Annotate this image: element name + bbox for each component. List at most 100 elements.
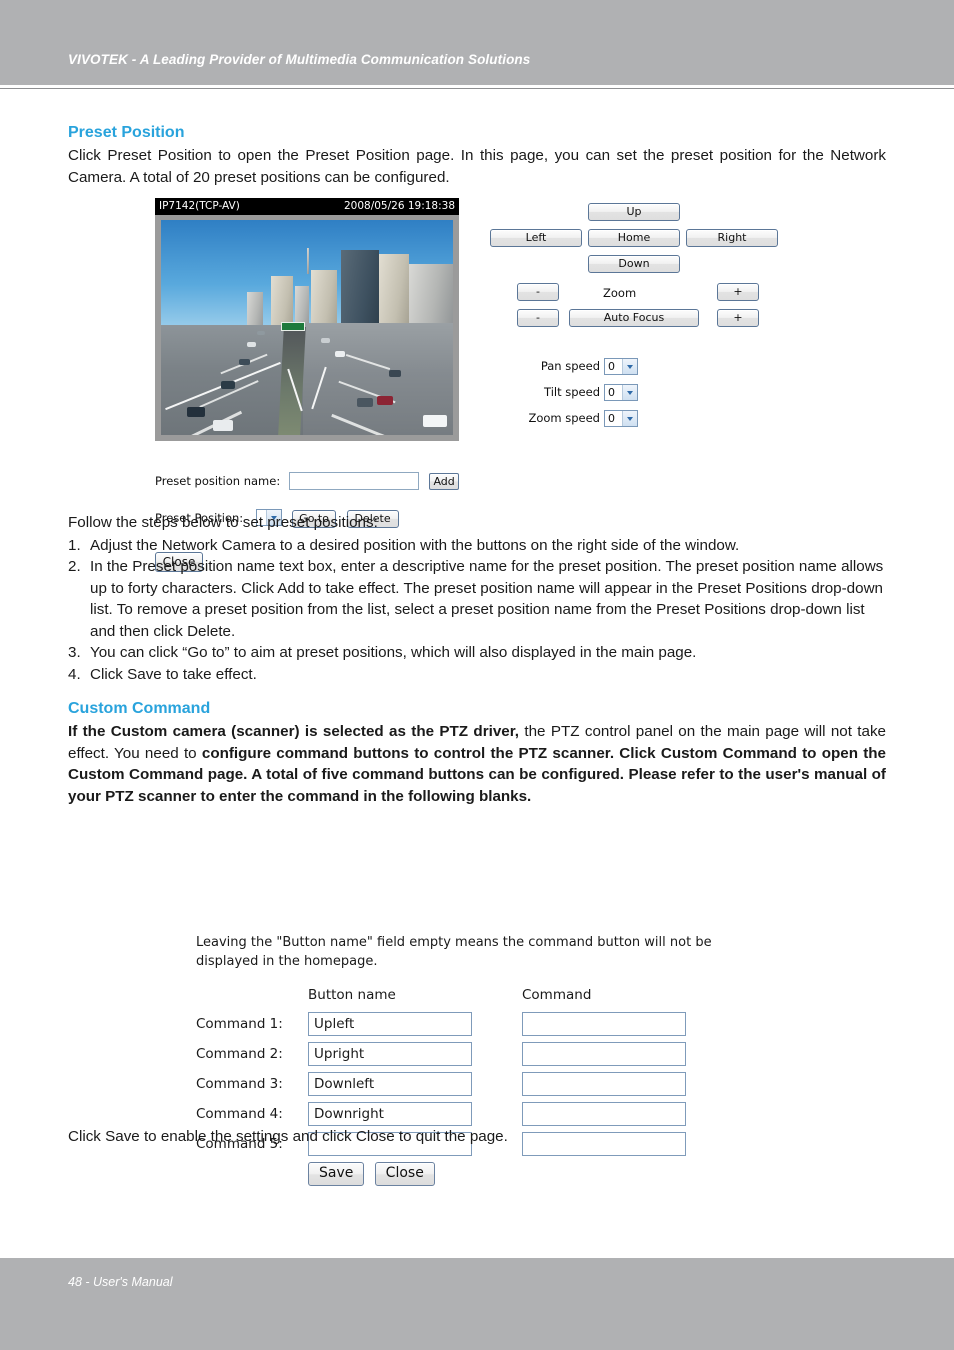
custom-command-close-button[interactable]: Close [374,1161,435,1186]
custom-command-table: Button name Command Command 1: Upleft Co… [196,984,686,1189]
command-3-label: Command 3: [196,1075,283,1092]
spacer-cell [472,1159,522,1189]
page-footer-text: 48 - User's Manual [68,1275,173,1289]
command-4-command-cell [522,1099,686,1129]
step-text: You can click “Go to” to aim at preset p… [90,644,697,662]
chevron-down-icon [622,411,637,426]
spacer-cell [472,1069,522,1099]
command-4-button-name-input[interactable]: Downright [308,1101,472,1126]
preset-steps-block: Follow the steps below to set preset pos… [68,512,886,686]
ptz-right-button[interactable]: Right [686,229,778,247]
camera-stream-label: IP7142(TCP-AV) [159,200,240,212]
ptz-up-button[interactable]: Up [588,203,680,221]
command-1-button-name-input[interactable]: Upleft [308,1011,472,1036]
tilt-speed-value: 0 [608,386,615,399]
command-3-command-cell [522,1069,686,1099]
command-4-button-name-cell: Downright [308,1099,472,1129]
scene-vehicle [389,370,401,377]
command-4-command-input[interactable] [522,1101,686,1126]
empty-corner-cell [196,984,308,1009]
table-row: Command 4: Downright [196,1099,686,1129]
custom-command-paragraph: If the Custom camera (scanner) is select… [68,721,886,807]
focus-far-button[interactable]: + [717,309,759,327]
command-1-command-cell [522,1009,686,1039]
zoom-speed-select[interactable]: 0 [604,410,638,427]
custom-command-note: Leaving the "Button name" field empty me… [196,935,712,969]
focus-near-button[interactable]: - [517,309,559,327]
preset-add-button[interactable]: Add [429,473,460,491]
steps-list: 1. Adjust the Network Camera to a desired… [68,535,886,686]
table-row: Command 2: Upright [196,1039,686,1069]
closing-text: Click Save to enable the settings and cl… [68,1128,508,1145]
spacer-cell [196,1159,308,1189]
pan-speed-select[interactable]: 0 [604,358,638,375]
table-row: Command 1: Upleft [196,1009,686,1039]
command-1-command-input[interactable] [522,1011,686,1036]
step-number: 4. [68,666,81,684]
preset-position-section: Preset Position Click Preset Position to… [68,124,886,188]
preset-name-input[interactable] [288,472,419,490]
scene-vehicle [335,351,345,357]
spacer-cell [472,1009,522,1039]
command-3-button-name-input[interactable]: Downleft [308,1071,472,1096]
zoom-out-button[interactable]: - [517,283,559,301]
spacer-cell [522,1159,686,1189]
tilt-speed-row: Tilt speed 0 [518,384,638,401]
scene-vehicle [213,420,233,431]
camera-titlebar: IP7142(TCP-AV) 2008/05/26 19:18:38 [155,198,459,215]
step-item: 1. Adjust the Network Camera to a desired… [68,535,886,557]
step-item: 4. Click Save to take effect. [68,664,886,686]
page-footer-band [0,1258,954,1350]
table-row: Command 3: Downleft [196,1069,686,1099]
camera-timestamp: 2008/05/26 19:18:38 [343,200,455,212]
step-number: 2. [68,558,81,576]
scene-vehicle [221,381,235,389]
command-2-command-input[interactable] [522,1041,686,1066]
preset-name-label: Preset position name: [155,474,281,489]
pan-speed-value: 0 [608,360,615,373]
zoom-speed-label: Zoom speed [528,411,600,425]
scene-antenna [307,248,309,274]
ptz-down-button[interactable]: Down [588,255,680,273]
command-1-button-name-cell: Upleft [308,1009,472,1039]
ptz-left-button[interactable]: Left [490,229,582,247]
tilt-speed-label: Tilt speed [544,385,600,399]
command-2-button-name-cell: Upright [308,1039,472,1069]
step-text: Click Save to take effect. [90,666,257,684]
custom-command-section: Custom Command If the Custom camera (sca… [68,700,886,807]
custom-command-dialog: Leaving the "Button name" field empty me… [196,934,756,1189]
custom-command-save-button[interactable]: Save [308,1161,365,1186]
camera-video-image[interactable] [161,220,453,435]
camera-preview: IP7142(TCP-AV) 2008/05/26 19:18:38 [155,198,459,441]
command-3-command-input[interactable] [522,1071,686,1096]
scene-vehicle [377,396,393,405]
custom-command-buttons-cell: Save Close [308,1159,472,1189]
scene-vehicle [239,359,250,365]
step-number: 3. [68,644,81,662]
tilt-speed-select[interactable]: 0 [604,384,638,401]
scene-vehicle [187,407,205,417]
step-item: 3. You can click “Go to” to aim at preset… [68,642,886,664]
scene-vehicle [247,342,256,347]
pan-speed-row: Pan speed 0 [518,358,638,375]
scene-vehicle [423,415,447,427]
step-number: 1. [68,536,81,554]
spacer-cell [472,984,522,1009]
command-2-button-name-input[interactable]: Upright [308,1041,472,1066]
zoom-speed-value: 0 [608,412,615,425]
scene-road-sign [281,322,305,331]
header-divider [0,88,954,89]
zoom-label: Zoom [603,286,637,300]
preset-position-heading: Preset Position [68,124,185,141]
chevron-down-icon [622,359,637,374]
table-header-row: Button name Command [196,984,686,1009]
auto-focus-button[interactable]: Auto Focus [569,309,699,327]
col-header-button-name: Button name [308,986,396,1003]
ptz-home-button[interactable]: Home [588,229,680,247]
zoom-in-button[interactable]: + [717,283,759,301]
spacer-cell [472,1039,522,1069]
steps-intro: Follow the steps below to set preset pos… [68,514,378,531]
page-header-title: VIVOTEK - A Leading Provider of Multimed… [68,52,531,67]
col-header-command: Command [522,986,592,1003]
custom-command-heading: Custom Command [68,700,211,717]
